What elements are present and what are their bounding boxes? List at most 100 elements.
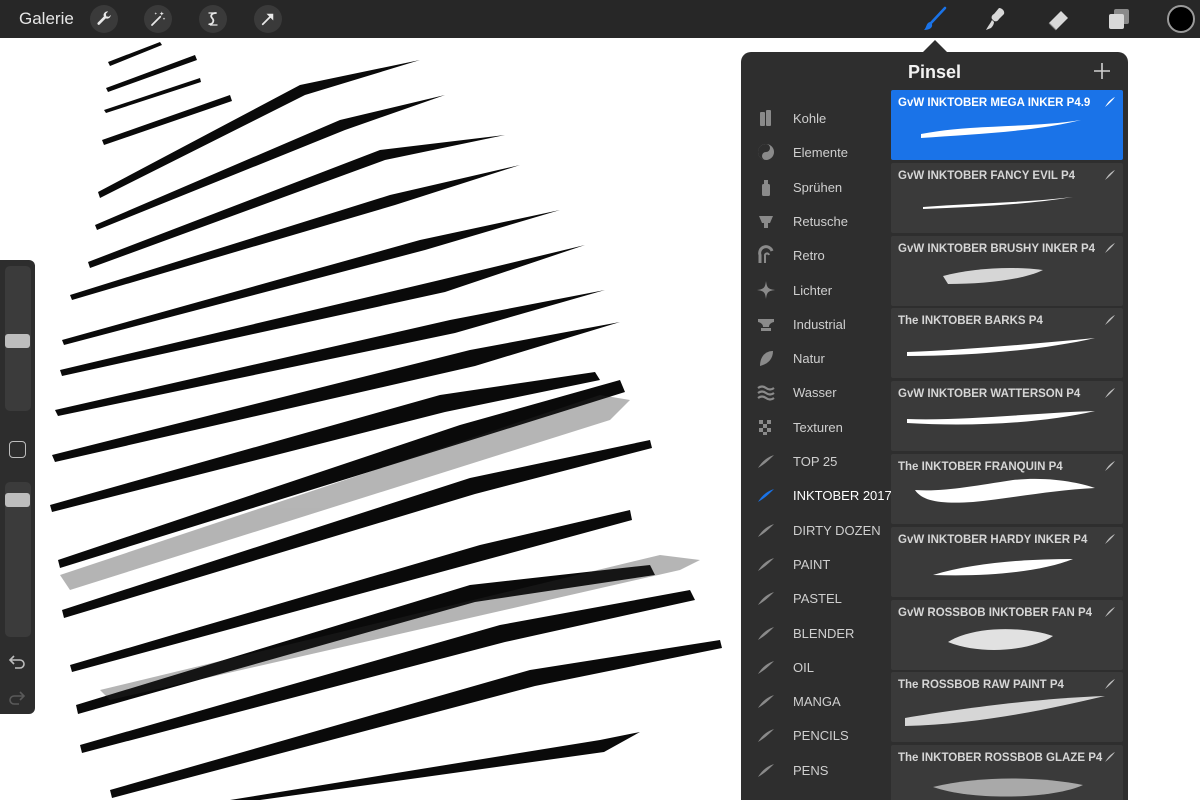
brush-set-item[interactable]: Texturen [741,410,890,444]
brush-type-icon [1105,752,1115,763]
adjustments-button[interactable] [144,5,172,33]
brush-tool-button[interactable] [920,4,950,34]
brush-set-label: Retusche [793,213,848,229]
brush-stroke-preview [905,696,1105,727]
retro-icon [756,245,776,265]
brush-set-label: TOP 25 [793,454,838,469]
top-toolbar: Galerie [0,0,1200,38]
brush-set-item[interactable]: TOP 25 [741,444,890,478]
brush-name: GvW ROSSBOB INKTOBER FAN P4 [898,606,1093,619]
brush-set-label: MANGA [793,694,841,710]
actions-button[interactable] [90,5,118,33]
smudge-tool-button[interactable] [980,4,1010,34]
brush-card[interactable]: The INKTOBER BARKS P4 [891,308,1123,379]
brush-set-item[interactable]: Kohle [741,101,890,135]
transform-button[interactable] [254,5,282,33]
brush-name: The INKTOBER ROSSBOB GLAZE P4 [898,752,1103,765]
brush-icon [924,6,947,30]
brush-set-label: Lichter [793,282,833,298]
brush-card[interactable]: GvW ROSSBOB INKTOBER FAN P4 [891,599,1123,670]
charcoal-icon [756,108,776,128]
brush-set-item[interactable]: Wasser [741,375,890,409]
color-picker-button[interactable] [1167,5,1195,33]
brush-stroke-preview [933,778,1083,797]
brush-name: The INKTOBER FRANQUIN P4 [898,461,1063,473]
modify-button[interactable] [9,441,26,458]
selection-button[interactable] [199,5,227,33]
brush-type-icon [1105,461,1115,471]
brush-set-item[interactable]: DIRTY DOZEN [741,513,890,547]
panel-pointer [923,40,947,52]
brush-set-item[interactable]: Industrial [741,307,890,341]
brush-card[interactable]: GvW INKTOBER WATTERSON P4 [891,381,1123,452]
brush-card[interactable]: The INKTOBER FRANQUIN P4 [891,454,1123,524]
opacity-slider-thumb[interactable] [5,493,30,508]
brush-type-icon [1105,533,1115,544]
brush-size-slider-thumb[interactable] [5,334,30,349]
brush-name: GvW INKTOBER BRUSHY INKER P4 [898,242,1096,255]
brush-stroke-preview [923,196,1073,209]
magic-wand-icon [151,11,166,26]
brush-stroke-icon [756,657,776,677]
brush-set-item[interactable]: OIL [741,650,890,684]
panel-title: Pinsel [907,62,962,82]
wrench-icon [97,11,112,25]
brush-type-icon [1105,679,1115,690]
eraser-tool-button[interactable] [1043,4,1073,34]
brush-set-label: OIL [793,659,814,675]
brush-card[interactable]: GvW INKTOBER MEGA INKER P4.9 [891,90,1123,160]
brush-set-label: BLENDER [793,625,855,641]
brush-name: GvW INKTOBER FANCY EVIL P4 [898,169,1076,182]
gallery-button[interactable]: Galerie [19,9,74,29]
plus-icon[interactable] [1093,62,1111,80]
brush-card[interactable]: GvW INKTOBER BRUSHY INKER P4 [891,235,1123,306]
brush-set-label: Industrial [793,316,846,332]
brush-type-icon [1105,315,1115,326]
brush-stroke-preview [915,478,1095,503]
spray-can-icon [756,177,776,197]
brush-set-item[interactable]: Sprühen [741,170,890,204]
layers-tool-button[interactable] [1104,4,1134,34]
brush-card[interactable]: The INKTOBER ROSSBOB GLAZE P4 [891,745,1123,800]
brush-card[interactable]: GvW INKTOBER HARDY INKER P4 [891,526,1123,597]
brush-set-item[interactable]: INKTOBER 2017 [741,478,892,512]
brush-type-icon [1105,388,1115,399]
brush-type-icon [1105,242,1115,253]
brush-set-item[interactable]: Elemente [741,135,890,169]
brush-set-item[interactable]: PASTEL [741,581,890,615]
brush-set-item[interactable]: PENS [741,753,890,787]
brush-stroke-preview [943,267,1043,284]
brush-set-item[interactable]: Natur [741,341,890,375]
brush-set-item[interactable]: MANGA [741,684,890,718]
brush-stroke-preview [933,558,1073,576]
brush-card[interactable]: GvW INKTOBER FANCY EVIL P4 [891,162,1123,233]
waves-icon [756,382,776,402]
brush-name: The ROSSBOB RAW PAINT P4 [898,679,1064,692]
brush-set-item[interactable]: PAINT [741,547,890,581]
brush-set-item[interactable]: Retusche [741,204,890,238]
brush-set-label: Texturen [793,419,843,435]
brush-set-item[interactable]: Retro [741,238,890,272]
layers-icon [1109,9,1129,29]
brush-type-icon [1105,97,1115,107]
sparkle-icon [756,280,776,300]
brush-set-item[interactable]: PENCILS [741,718,890,752]
undo-icon[interactable] [8,652,26,670]
anvil-icon [756,314,776,334]
brush-card[interactable]: The ROSSBOB RAW PAINT P4 [891,672,1123,743]
redo-icon[interactable] [8,688,26,706]
brush-stroke-icon [756,520,776,540]
eraser-icon [1048,11,1068,31]
procreate-app: Galerie Pinsel Kohle Elemente Sprühen Re… [0,0,1200,800]
brush-set-label: PASTEL [793,591,842,607]
brush-set-item[interactable]: Lichter [741,273,890,307]
brush-name: GvW INKTOBER MEGA INKER P4.9 [898,97,1091,109]
brush-set-item[interactable]: BLENDER [741,616,890,650]
brush-set-label: Elemente [793,145,848,161]
brush-stroke-icon [756,691,776,711]
brush-set-label: PENS [793,762,829,778]
leaf-icon [756,348,776,368]
brush-set-label: DIRTY DOZEN [793,522,881,538]
brush-set-label: PENCILS [793,728,849,744]
yin-yang-icon [756,142,776,162]
